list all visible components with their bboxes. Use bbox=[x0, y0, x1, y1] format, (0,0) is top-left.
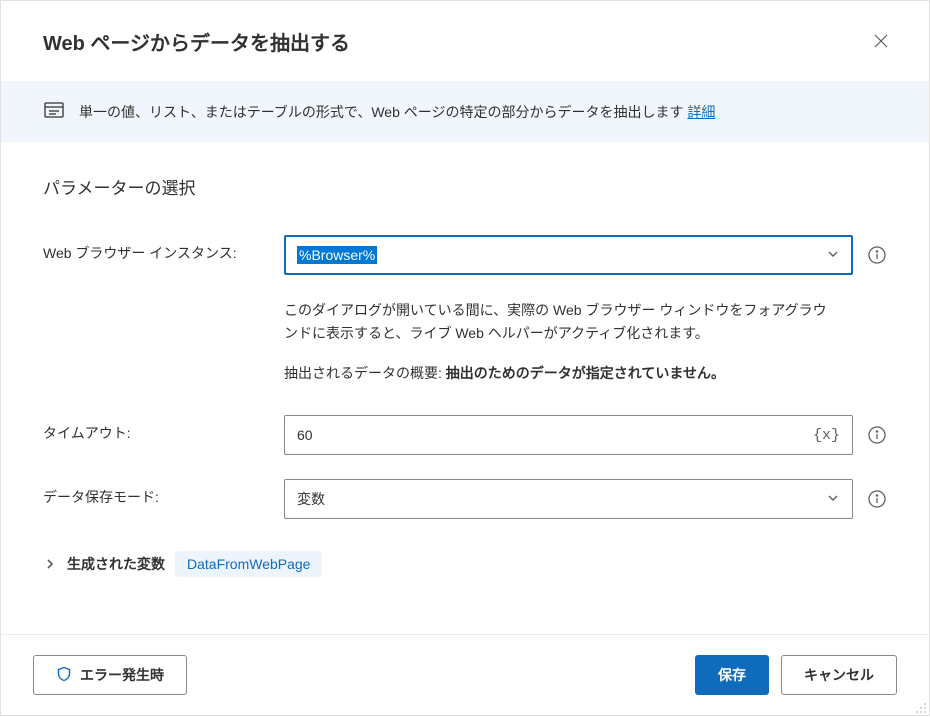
browser-instance-value: %Browser% bbox=[297, 246, 377, 264]
storage-info-icon[interactable] bbox=[867, 489, 887, 509]
generated-variables-row: 生成された変数 DataFromWebPage bbox=[43, 551, 887, 577]
timeout-input[interactable] bbox=[297, 427, 813, 443]
timeout-info-icon[interactable] bbox=[867, 425, 887, 445]
info-banner-message: 単一の値、リスト、またはテーブルの形式で、Web ページの特定の部分からデータを… bbox=[79, 104, 687, 120]
browser-instance-row: Web ブラウザー インスタンス: %Browser% bbox=[43, 235, 887, 275]
storage-mode-value: 変数 bbox=[297, 489, 325, 509]
dialog-title: Web ページからデータを抽出する bbox=[43, 27, 350, 56]
extraction-summary: 抽出されるデータの概要: 抽出のためのデータが指定されていません。 bbox=[284, 363, 835, 383]
browser-helper-text: このダイアログが開いている間に、実際の Web ブラウザー ウィンドウをフォアグ… bbox=[284, 299, 835, 345]
details-link[interactable]: 詳細 bbox=[687, 104, 715, 120]
cancel-button[interactable]: キャンセル bbox=[781, 655, 897, 695]
close-button[interactable] bbox=[865, 25, 897, 57]
storage-mode-select[interactable]: 変数 bbox=[284, 479, 853, 519]
generated-variable-chip[interactable]: DataFromWebPage bbox=[175, 551, 322, 577]
info-banner: 単一の値、リスト、またはテーブルの形式で、Web ページの特定の部分からデータを… bbox=[1, 81, 929, 142]
variable-picker-icon[interactable]: {x} bbox=[813, 427, 840, 444]
cancel-label: キャンセル bbox=[804, 665, 874, 685]
expand-toggle[interactable] bbox=[43, 557, 57, 571]
storage-mode-label: データ保存モード: bbox=[43, 479, 268, 507]
save-button[interactable]: 保存 bbox=[695, 655, 769, 695]
timeout-row: タイムアウト: {x} bbox=[43, 415, 887, 455]
web-extract-icon bbox=[43, 99, 65, 124]
timeout-label: タイムアウト: bbox=[43, 415, 268, 443]
info-banner-text: 単一の値、リスト、またはテーブルの形式で、Web ページの特定の部分からデータを… bbox=[79, 102, 715, 122]
shield-icon bbox=[56, 666, 72, 685]
chevron-down-icon bbox=[826, 247, 840, 264]
summary-prefix: 抽出されるデータの概要: bbox=[284, 365, 446, 381]
dialog-header: Web ページからデータを抽出する bbox=[1, 1, 929, 81]
dialog: Web ページからデータを抽出する 単一の値、リスト、またはテーブルの形式で、W… bbox=[0, 0, 930, 716]
browser-instance-label: Web ブラウザー インスタンス: bbox=[43, 235, 268, 263]
summary-bold: 抽出のためのデータが指定されていません。 bbox=[446, 365, 725, 381]
chevron-down-icon bbox=[826, 491, 840, 508]
storage-mode-row: データ保存モード: 変数 bbox=[43, 479, 887, 519]
on-error-button[interactable]: エラー発生時 bbox=[33, 655, 187, 695]
browser-info-icon[interactable] bbox=[867, 245, 887, 265]
close-icon bbox=[874, 34, 888, 48]
resize-grip[interactable] bbox=[915, 701, 927, 713]
browser-instance-select[interactable]: %Browser% bbox=[284, 235, 853, 275]
generated-variables-label: 生成された変数 bbox=[67, 554, 165, 574]
dialog-footer: エラー発生時 保存 キャンセル bbox=[1, 634, 929, 715]
on-error-label: エラー発生時 bbox=[80, 665, 164, 685]
save-label: 保存 bbox=[718, 665, 746, 685]
section-title: パラメーターの選択 bbox=[43, 174, 887, 199]
chevron-right-icon bbox=[43, 557, 57, 571]
dialog-content: パラメーターの選択 Web ブラウザー インスタンス: %Browser% bbox=[1, 142, 929, 634]
timeout-input-wrapper: {x} bbox=[284, 415, 853, 455]
